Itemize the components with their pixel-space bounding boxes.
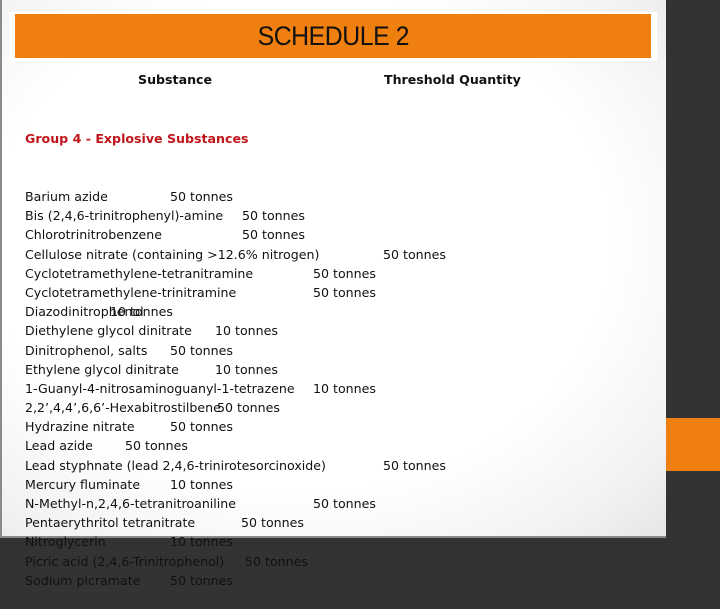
table-row: Mercury fluminate 10 tonnes bbox=[25, 475, 249, 494]
substance-name: Dinitrophenol, salts bbox=[25, 342, 148, 358]
table-row: 1-Guanyl-4-nitrosaminoguanyl-1-tetrazene… bbox=[25, 379, 376, 398]
table-row: Diazodinitrophenol 10 tonnes bbox=[25, 302, 249, 321]
substance-name: Picric acid (2,4,6-Trinitrophenol) bbox=[25, 553, 225, 569]
substance-name: Lead azide bbox=[25, 438, 93, 454]
threshold-quantity: 50 tonnes bbox=[313, 496, 376, 511]
table-row: Ethylene glycol dinitrate 10 tonnes bbox=[25, 360, 278, 379]
slide-title: SCHEDULE 2 bbox=[257, 20, 409, 51]
table-row: Pentaerythritol tetranitrate 50 tonnes bbox=[25, 513, 304, 532]
table-row: Cyclotetramethylene-trinitramine 50 tonne… bbox=[25, 283, 376, 302]
substance-name: Cyclotetramethylene-tetranitramine bbox=[25, 265, 254, 281]
table-row: Cellulose nitrate (containing >12.6% nit… bbox=[25, 245, 446, 264]
table-row: 2,2’,4,4’,6,6’-Hexabitrostilbene 50 tonne… bbox=[25, 398, 280, 417]
substance-name: Chlorotrinitrobenzene bbox=[25, 227, 163, 243]
threshold-quantity: 50 tonnes bbox=[245, 553, 308, 569]
threshold-quantity: 10 tonnes bbox=[170, 476, 233, 492]
substance-name: N-Methyl-n,2,4,6-tetranitroaniline bbox=[25, 496, 237, 511]
substance-name: Sodium picramate bbox=[25, 572, 141, 588]
column-header-substance: Substance bbox=[138, 72, 213, 87]
threshold-quantity: 50 tonnes bbox=[125, 438, 188, 454]
threshold-quantity: 10 tonnes bbox=[313, 380, 376, 396]
table-row: Barium azide 50 tonnes bbox=[25, 187, 249, 206]
table-row: Hydrazine nitrate 50 tonnes bbox=[25, 417, 249, 436]
threshold-quantity: 10 tonnes bbox=[215, 361, 278, 377]
threshold-quantity: 50 tonnes bbox=[170, 419, 233, 435]
substance-list: Group 4 - Explosive Substances Barium az… bbox=[25, 91, 446, 609]
table-row: Nitroglycerin 10 tonnes bbox=[25, 532, 249, 551]
substance-name: Hydrazine nitrate bbox=[25, 419, 135, 435]
table-row: Sodium picramate 50 tonnes bbox=[25, 571, 249, 590]
substance-name: Ethylene glycol dinitrate bbox=[25, 361, 179, 377]
threshold-quantity: 50 tonnes bbox=[242, 208, 305, 224]
substance-name: Mercury fluminate bbox=[25, 476, 141, 492]
table-row: Picric acid (2,4,6-Trinitrophenol) 50 ton… bbox=[25, 552, 308, 571]
table-row: Lead styphnate (lead 2,4,6-trinirotesorc… bbox=[25, 456, 446, 475]
substance-name: 2,2’,4,4’,6,6’-Hexabitrostilbene bbox=[25, 400, 221, 416]
threshold-quantity: 10 tonnes bbox=[170, 534, 233, 550]
threshold-quantity: 10 tonnes bbox=[110, 304, 173, 320]
substance-name: 1-Guanyl-4-nitrosaminoguanyl-1-tetrazene bbox=[25, 380, 295, 396]
side-accent-block bbox=[666, 418, 720, 471]
substance-name: Cyclotetramethylene-trinitramine bbox=[25, 284, 237, 300]
threshold-quantity: 10 tonnes bbox=[215, 323, 278, 339]
table-row: Diethylene glycol dinitrate 10 tonnes bbox=[25, 321, 278, 340]
substance-name: Nitroglycerin bbox=[25, 534, 106, 550]
substance-name: Lead styphnate (lead 2,4,6-trinirotesorc… bbox=[25, 457, 326, 473]
column-header-threshold: Threshold Quantity bbox=[384, 72, 521, 87]
table-row: Dinitrophenol, salts 50 tonnes bbox=[25, 341, 249, 360]
threshold-quantity: 50 tonnes bbox=[383, 246, 446, 262]
substance-name: Barium azide bbox=[25, 189, 108, 204]
threshold-quantity: 50 tonnes bbox=[242, 227, 305, 243]
threshold-quantity: 50 tonnes bbox=[383, 457, 446, 473]
title-bar: SCHEDULE 2 bbox=[15, 14, 651, 58]
threshold-quantity: 50 tonnes bbox=[313, 284, 376, 300]
table-row: Cyclotetramethylene-tetranitramine 50 ton… bbox=[25, 264, 376, 283]
table-row: Chlorotrinitrobenzene 50 tonnes bbox=[25, 225, 305, 244]
table-row: N-Methyl-n,2,4,6-tetranitroaniline 50 ton… bbox=[25, 494, 376, 513]
threshold-quantity: 50 tonnes bbox=[241, 515, 304, 531]
substance-name: Bis (2,4,6-trinitrophenyl)-amine bbox=[25, 208, 224, 224]
table-row: Lead azide 50 tonnes bbox=[25, 436, 249, 455]
threshold-quantity: 50 tonnes bbox=[170, 342, 233, 358]
table-row: Bis (2,4,6-trinitrophenyl)-amine 50 tonne… bbox=[25, 206, 305, 225]
threshold-quantity: 50 tonnes bbox=[217, 400, 280, 416]
group-heading: Group 4 - Explosive Substances bbox=[25, 131, 249, 147]
threshold-quantity: 50 tonnes bbox=[170, 572, 233, 588]
threshold-quantity: 50 tonnes bbox=[313, 265, 376, 281]
substance-name: Diethylene glycol dinitrate bbox=[25, 323, 192, 339]
substance-name: Cellulose nitrate (containing >12.6% nit… bbox=[25, 246, 320, 262]
substance-name: Pentaerythritol tetranitrate bbox=[25, 515, 196, 531]
threshold-quantity: 50 tonnes bbox=[170, 189, 233, 204]
